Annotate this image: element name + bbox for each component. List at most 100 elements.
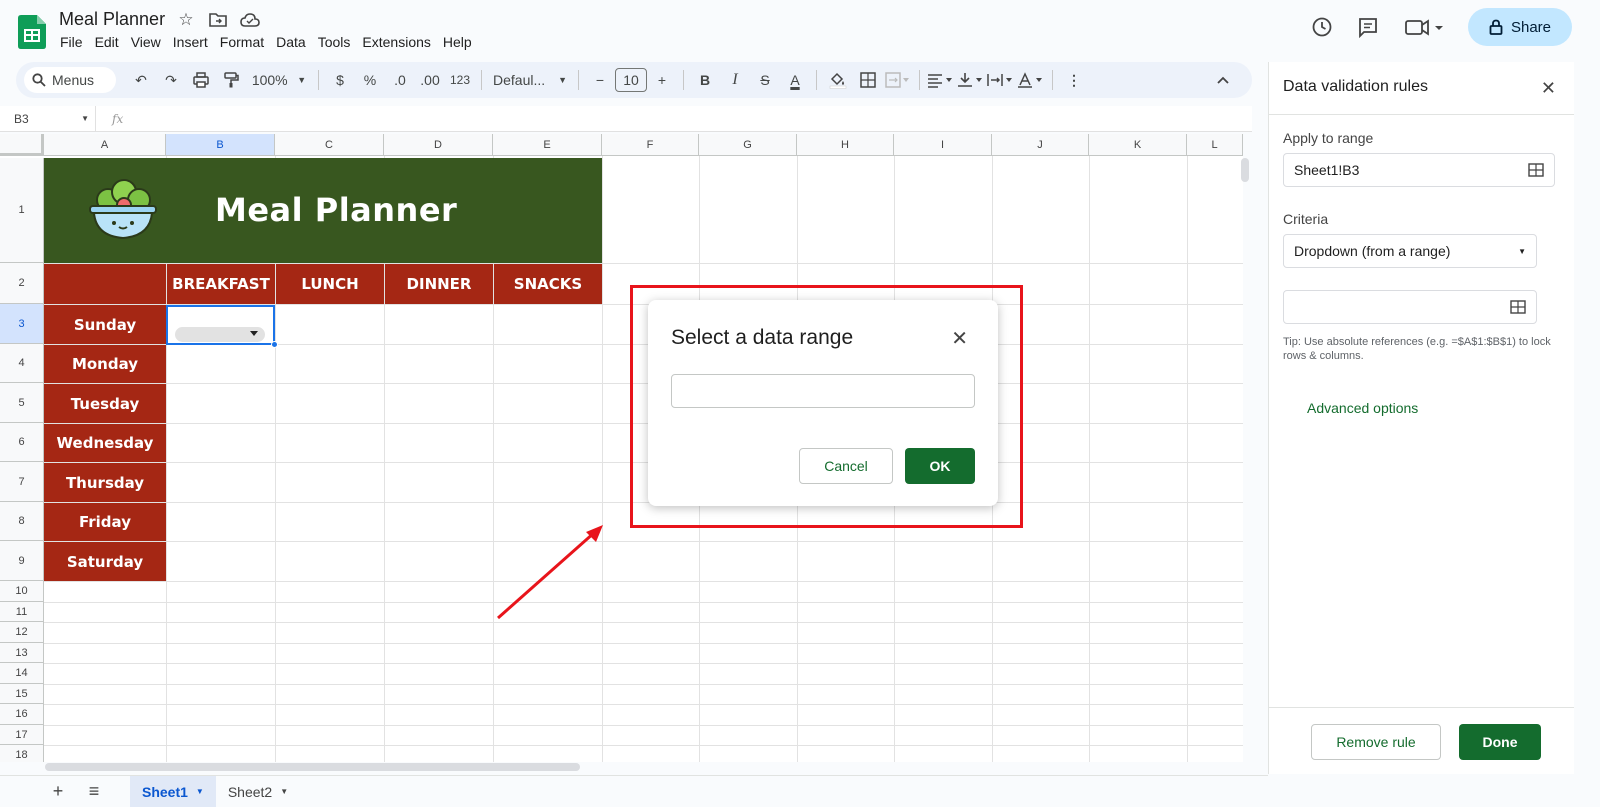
merge-cells-icon[interactable] [884,66,912,94]
more-options-icon[interactable]: ⋮ [1060,66,1088,94]
column-header-l[interactable]: L [1187,134,1243,156]
sheets-logo-icon[interactable] [18,15,46,49]
add-sheet-icon[interactable]: + [40,781,76,802]
document-title[interactable]: Meal Planner [59,9,165,30]
criteria-range-input[interactable] [1283,290,1537,324]
column-header-k[interactable]: K [1089,134,1187,156]
row-header-14[interactable]: 14 [0,663,44,684]
bold-icon[interactable]: B [691,66,719,94]
meal-header-snacks[interactable]: SNACKS [494,264,602,304]
day-cell-saturday[interactable]: Saturday [44,542,166,581]
print-icon[interactable] [187,66,215,94]
select-all-corner[interactable] [0,134,44,156]
name-box[interactable]: B3 ▼ [0,106,96,131]
advanced-options-link[interactable]: Advanced options [1307,400,1418,416]
share-button[interactable]: Share [1468,8,1572,46]
menu-insert[interactable]: Insert [173,34,214,50]
menu-help[interactable]: Help [443,34,478,50]
row-header-8[interactable]: 8 [0,502,44,541]
row-header-17[interactable]: 17 [0,725,44,745]
menu-data[interactable]: Data [276,34,312,50]
row-header-2[interactable]: 2 [0,263,44,304]
day-cell-monday[interactable]: Monday [44,345,166,383]
row-header-7[interactable]: 7 [0,462,44,502]
column-header-i[interactable]: I [894,134,992,156]
day-cell-wednesday[interactable]: Wednesday [44,424,166,462]
undo-icon[interactable]: ↶ [127,66,155,94]
vertical-align-icon[interactable] [957,66,985,94]
number-format-button[interactable]: 123 [446,66,474,94]
sheet-tab-sheet1[interactable]: Sheet1 ▼ [130,775,216,807]
meal-header-lunch[interactable]: LUNCH [276,264,384,304]
meet-video-icon[interactable] [1402,15,1446,39]
horizontal-align-icon[interactable] [927,66,955,94]
row-header-18[interactable]: 18 [0,745,44,762]
row-header-11[interactable]: 11 [0,602,44,622]
paint-format-icon[interactable] [217,66,245,94]
row-header-16[interactable]: 16 [0,704,44,725]
apply-range-field[interactable]: Sheet1!B3 [1283,153,1555,187]
menu-view[interactable]: View [131,34,167,50]
font-size-input[interactable]: 10 [615,68,647,92]
version-history-icon[interactable] [1310,15,1334,39]
fill-handle[interactable] [271,341,278,348]
currency-format-button[interactable]: $ [326,66,354,94]
move-folder-icon[interactable] [208,10,228,30]
meal-header-breakfast[interactable]: BREAKFAST [167,264,275,304]
increase-decimal-button[interactable]: .00 [416,66,444,94]
column-header-j[interactable]: J [992,134,1089,156]
column-header-a[interactable]: A [44,134,166,156]
text-wrap-icon[interactable] [987,66,1015,94]
column-header-h[interactable]: H [797,134,894,156]
grid-select-icon[interactable] [1528,163,1544,177]
row-header-1[interactable]: 1 [0,158,44,263]
row-header-5[interactable]: 5 [0,383,44,423]
criteria-select[interactable]: Dropdown (from a range) ▼ [1283,234,1537,268]
day-cell-thursday[interactable]: Thursday [44,463,166,502]
ok-button[interactable]: OK [905,448,975,484]
row-header-15[interactable]: 15 [0,684,44,704]
day-cell-friday[interactable]: Friday [44,503,166,541]
data-range-input[interactable] [671,374,975,408]
day-cell-sunday[interactable]: Sunday [44,305,166,344]
row-header-9[interactable]: 9 [0,541,44,581]
column-header-e[interactable]: E [493,134,602,156]
close-icon[interactable]: ✕ [951,326,968,351]
row-header-10[interactable]: 10 [0,581,44,602]
percent-format-button[interactable]: % [356,66,384,94]
collapse-toolbar-icon[interactable] [1209,66,1237,94]
menu-search-box[interactable]: Menus [24,67,116,93]
menu-tools[interactable]: Tools [318,34,357,50]
italic-icon[interactable]: I [721,66,749,94]
row-header-3[interactable]: 3 [0,304,44,344]
text-rotation-icon[interactable] [1017,66,1045,94]
fill-color-icon[interactable] [824,66,852,94]
row-header-12[interactable]: 12 [0,622,44,643]
strikethrough-icon[interactable]: S [751,66,779,94]
day-cell-tuesday[interactable]: Tuesday [44,384,166,423]
font-size-decrease-icon[interactable]: − [586,66,614,94]
borders-icon[interactable] [854,66,882,94]
column-header-f[interactable]: F [602,134,699,156]
spreadsheet-grid[interactable]: A B C D E F G H I J K L 1 2 3 4 5 6 7 8 … [0,134,1243,762]
star-icon[interactable]: ☆ [176,10,196,30]
comments-icon[interactable] [1356,15,1380,39]
done-button[interactable]: Done [1459,724,1541,760]
font-size-increase-icon[interactable]: + [648,66,676,94]
menu-file[interactable]: File [60,34,89,50]
row-header-13[interactable]: 13 [0,643,44,663]
header-blank-cell[interactable] [44,264,166,304]
cloud-status-icon[interactable] [240,10,260,30]
menu-edit[interactable]: Edit [95,34,125,50]
column-header-c[interactable]: C [275,134,384,156]
font-select[interactable]: Defaul... ▼ [489,66,571,94]
column-header-g[interactable]: G [699,134,797,156]
decrease-decimal-button[interactable]: .0 [386,66,414,94]
column-header-b[interactable]: B [166,134,275,156]
grid-select-icon[interactable] [1510,300,1526,314]
text-color-icon[interactable]: A [781,66,809,94]
meal-header-dinner[interactable]: DINNER [385,264,493,304]
cancel-button[interactable]: Cancel [799,448,893,484]
column-header-d[interactable]: D [384,134,493,156]
menu-format[interactable]: Format [220,34,270,50]
